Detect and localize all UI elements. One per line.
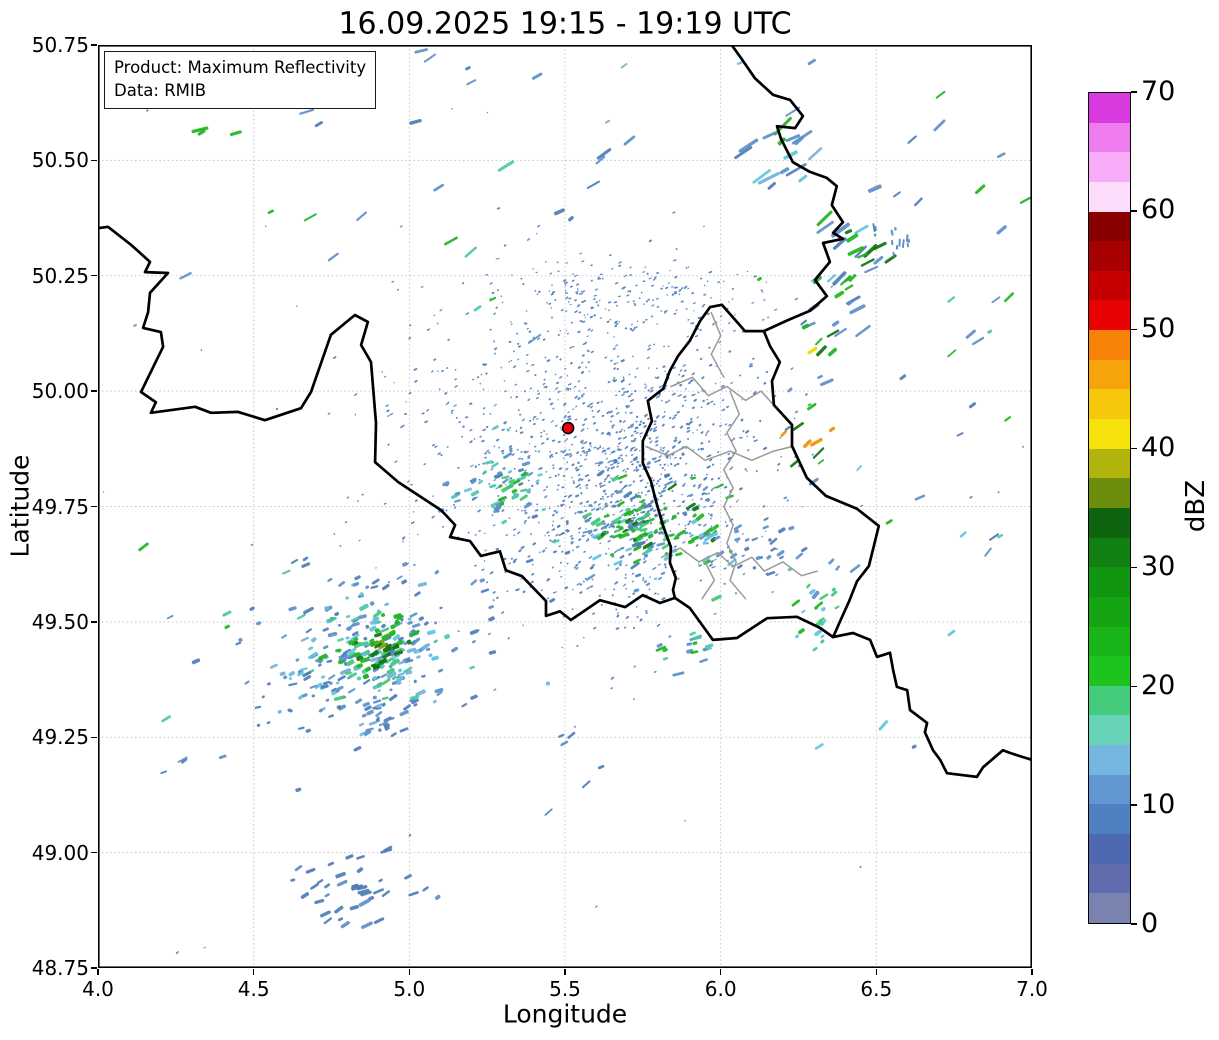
x-tick-mark xyxy=(875,969,878,975)
y-tick-label: 50.50 xyxy=(31,148,89,173)
colorbar-band xyxy=(1089,507,1130,538)
x-tick-label: 4.0 xyxy=(82,977,114,1001)
x-tick-label: 7.0 xyxy=(1016,977,1048,1001)
y-axis-label: Latitude xyxy=(5,454,35,558)
colorbar-band xyxy=(1089,626,1130,657)
colorbar-tick-label: 20 xyxy=(1141,669,1176,701)
colorbar-band xyxy=(1089,300,1130,331)
colorbar xyxy=(1088,92,1131,924)
colorbar-band xyxy=(1089,804,1130,835)
y-tick-label: 50.25 xyxy=(31,263,89,288)
x-tick-label: 6.0 xyxy=(704,977,737,1001)
x-tick-label: 4.5 xyxy=(237,977,270,1001)
grid-lines xyxy=(98,45,1032,968)
colorbar-tick-label: 10 xyxy=(1141,788,1176,820)
colorbar-band xyxy=(1089,448,1130,479)
x-axis-label: Longitude xyxy=(502,999,628,1029)
colorbar-band xyxy=(1089,774,1130,805)
y-tick-label: 50.75 xyxy=(31,33,89,57)
y-tick-label: 50.00 xyxy=(31,379,89,404)
colorbar-band xyxy=(1089,181,1130,212)
colorbar-band xyxy=(1089,241,1130,271)
colorbar-tick-mark xyxy=(1131,923,1137,925)
colorbar-tick-mark xyxy=(1131,804,1137,806)
x-tick-mark xyxy=(408,969,411,975)
colorbar-tick-label: 30 xyxy=(1141,550,1176,582)
radar-figure: 16.09.2025 19:15 - 19:19 UTC Product: Ma… xyxy=(0,0,1219,1040)
colorbar-band xyxy=(1089,834,1130,864)
x-tick-label: 6.5 xyxy=(860,977,893,1001)
y-tick-mark xyxy=(91,275,97,277)
colorbar-band xyxy=(1089,270,1130,301)
colorbar-tick-label: 0 xyxy=(1141,907,1159,939)
y-tick-mark xyxy=(91,505,97,508)
colorbar-band xyxy=(1089,715,1130,746)
colorbar-tick-mark xyxy=(1131,685,1137,688)
colorbar-band xyxy=(1089,537,1130,568)
colorbar-band xyxy=(1089,419,1130,449)
figure-title: 16.09.2025 19:15 - 19:19 UTC xyxy=(338,6,792,42)
colorbar-band xyxy=(1089,893,1130,923)
y-tick-mark xyxy=(91,967,97,969)
map-plot-area xyxy=(98,45,1032,968)
y-tick-mark xyxy=(91,159,97,162)
x-tick-mark xyxy=(97,969,99,975)
colorbar-tick-label: 70 xyxy=(1141,75,1176,107)
colorbar-band xyxy=(1089,330,1130,360)
x-tick-mark xyxy=(1031,969,1033,975)
colorbar-tick-mark xyxy=(1131,566,1137,569)
colorbar-tick-mark xyxy=(1131,447,1137,450)
x-tick-label: 5.5 xyxy=(549,977,581,1001)
colorbar-tick-label: 40 xyxy=(1141,432,1176,464)
x-tick-mark xyxy=(564,969,566,975)
colorbar-tick-mark xyxy=(1131,91,1137,93)
colorbar-tick-mark xyxy=(1131,328,1137,331)
x-tick-label: 5.0 xyxy=(393,977,426,1001)
y-tick-mark xyxy=(91,390,97,392)
colorbar-band xyxy=(1089,478,1130,508)
colorbar-band xyxy=(1089,122,1130,153)
colorbar-band xyxy=(1089,152,1130,182)
y-tick-label: 48.75 xyxy=(31,956,89,980)
y-tick-mark xyxy=(91,621,97,623)
colorbar-unit-label: dBZ xyxy=(1181,479,1211,533)
colorbar-band xyxy=(1089,656,1130,686)
product-info-box: Product: Maximum Reflectivity Data: RMIB xyxy=(104,51,377,109)
colorbar-tick-label: 60 xyxy=(1141,194,1176,226)
x-tick-mark xyxy=(719,969,722,975)
data-source-label: Data: RMIB xyxy=(114,81,207,101)
y-tick-label: 49.00 xyxy=(31,840,89,865)
colorbar-band xyxy=(1089,745,1130,775)
x-tick-mark xyxy=(252,969,255,975)
colorbar-band xyxy=(1089,567,1130,597)
colorbar-band xyxy=(1089,389,1130,420)
y-tick-mark xyxy=(91,851,97,854)
colorbar-band xyxy=(1089,685,1130,716)
y-tick-mark xyxy=(91,44,97,46)
colorbar-band xyxy=(1089,359,1130,390)
colorbar-tick-mark xyxy=(1131,210,1137,212)
y-tick-label: 49.25 xyxy=(31,725,89,750)
colorbar-band xyxy=(1089,863,1130,894)
y-tick-label: 49.50 xyxy=(31,609,89,634)
y-tick-mark xyxy=(91,736,97,738)
colorbar-band xyxy=(1089,93,1130,123)
radar-site-marker xyxy=(561,421,575,435)
colorbar-band xyxy=(1089,596,1130,627)
colorbar-tick-label: 50 xyxy=(1141,313,1176,345)
product-label: Product: Maximum Reflectivity xyxy=(114,58,367,77)
colorbar-band xyxy=(1089,211,1130,242)
